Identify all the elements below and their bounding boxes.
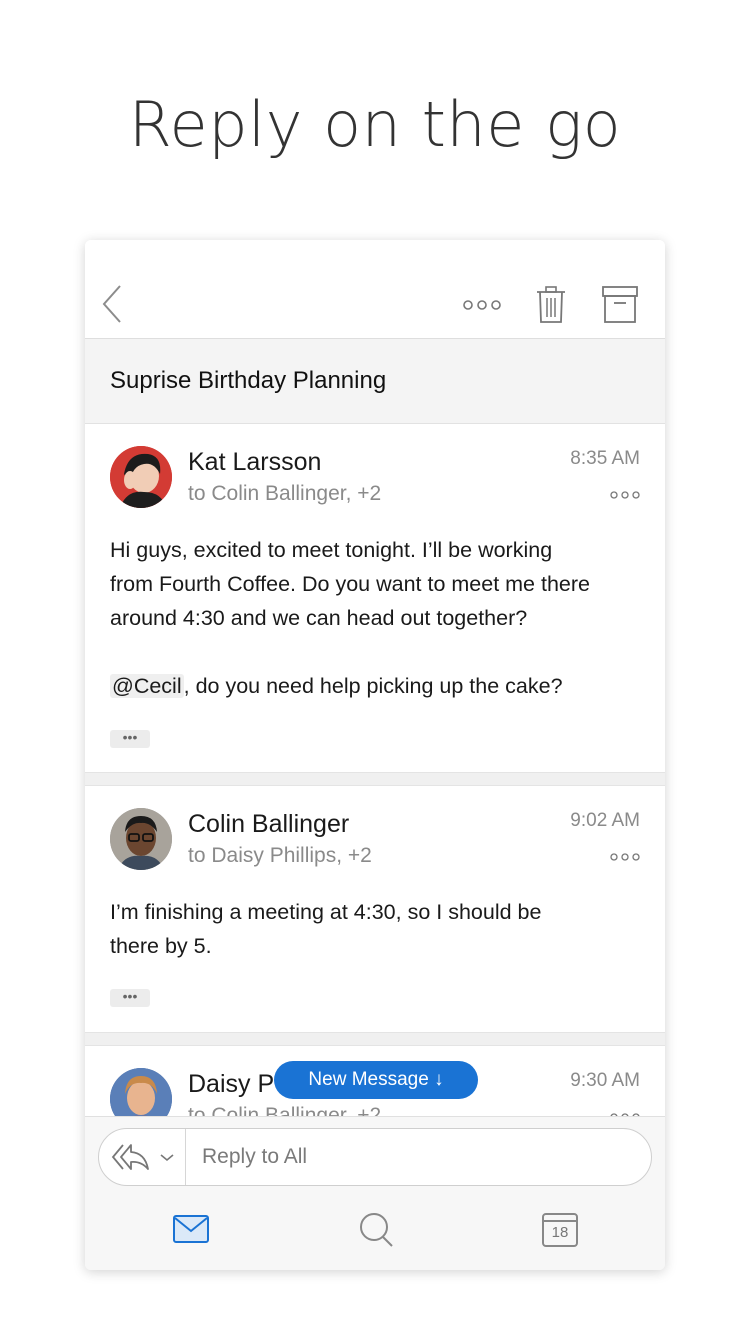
avatar-image [110,1068,172,1116]
message-more-icon[interactable] [610,490,640,500]
recipients: to Colin Ballinger, +2 [188,482,382,505]
body-line: around 4:30 and we can head out together… [110,606,528,630]
body-line: Hi guys, excited to meet tonight. I’ll b… [110,538,553,562]
mention-line: @Cecil, do you need help picking up the … [110,669,650,703]
avatar-image [110,808,172,870]
message-more-icon[interactable] [610,852,640,862]
mention-rest: , do you need help picking up the cake? [183,674,563,698]
avatar [110,808,172,870]
mention-chip[interactable]: @Cecil [110,674,184,698]
chevron-down-icon[interactable] [159,1153,175,1163]
recipients: to Colin Ballinger, +2 [188,1104,382,1116]
reply-area: Reply to All 18 [85,1116,665,1270]
trash-icon[interactable] [536,286,566,324]
body-line: I’m finishing a meeting at 4:30, so I sh… [110,900,542,924]
thread-subject: Suprise Birthday Planning [110,367,387,394]
calendar-icon[interactable]: 18 [542,1211,578,1247]
more-horizontal-icon[interactable] [462,299,502,311]
message-time: 9:30 AM [570,1070,640,1091]
message-body: I’m finishing a meeting at 4:30, so I sh… [110,895,650,963]
message-toolbar [85,240,665,339]
body-line: from Fourth Coffee. Do you want to meet … [110,572,590,596]
archive-icon[interactable] [602,286,638,324]
expand-quoted-button[interactable]: ••• [110,989,150,1007]
mail-icon[interactable] [173,1215,209,1243]
mail-card: Suprise Birthday Planning Kat Larsson to… [85,240,665,1270]
body-line: there by 5. [110,934,212,958]
avatar [110,1068,172,1116]
message-separator [85,1032,665,1046]
sender-name: Daisy P [188,1070,275,1098]
reply-placeholder: Reply to All [202,1145,308,1168]
message-time: 9:02 AM [570,810,640,831]
message-time: 8:35 AM [570,448,640,469]
calendar-day: 18 [551,1224,569,1241]
reply-all-icon[interactable] [111,1143,151,1171]
message-item[interactable]: Colin Ballinger to Daisy Phillips, +2 9:… [85,786,665,1032]
reply-field[interactable]: Reply to All [98,1128,652,1186]
avatar-image [110,446,172,508]
search-icon[interactable] [359,1212,395,1248]
avatar [110,446,172,508]
recipients: to Daisy Phillips, +2 [188,844,372,867]
sender-name: Kat Larsson [188,448,322,476]
sender-name: Colin Ballinger [188,810,350,838]
message-body: Hi guys, excited to meet tonight. I’ll b… [110,533,650,703]
message-item[interactable]: Kat Larsson to Colin Ballinger, +2 8:35 … [85,424,665,772]
expand-quoted-button[interactable]: ••• [110,730,150,748]
reply-divider [185,1129,186,1185]
headline: Reply on the go [128,88,622,161]
subject-bar: Suprise Birthday Planning [85,339,665,424]
new-message-button[interactable]: New Message ↓ [274,1061,478,1099]
message-separator [85,772,665,786]
chevron-left-icon[interactable] [101,284,123,324]
